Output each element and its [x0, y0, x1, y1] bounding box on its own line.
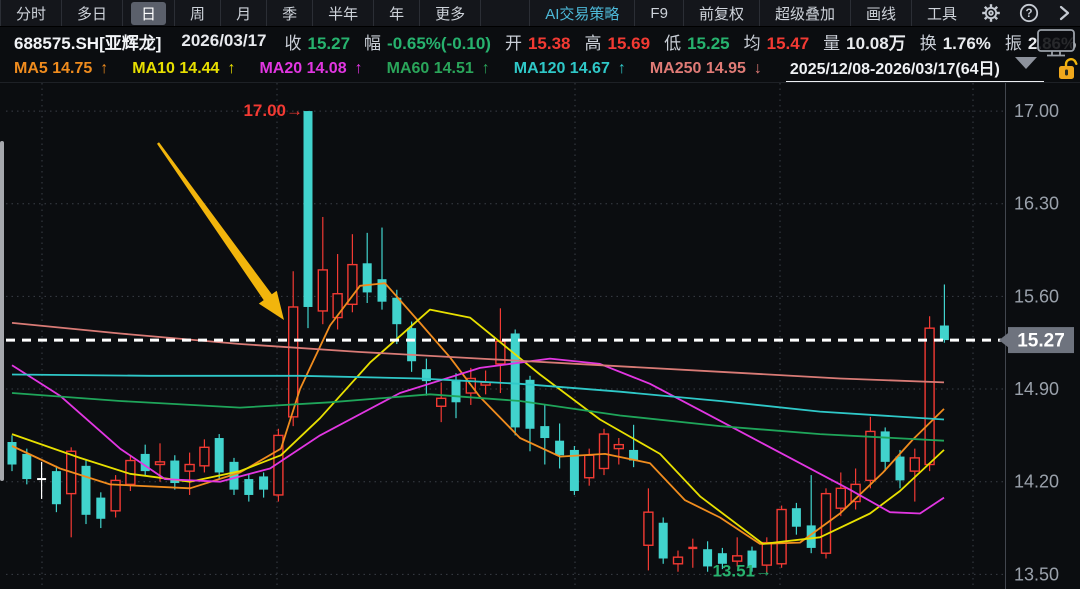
ma-values: MA5 14.75↑ MA10 14.44↑ MA20 14.08↑ MA60 14.…	[14, 60, 786, 78]
high-price-label: 17.00→	[243, 101, 303, 120]
trading-app: 分时多日日周月季半年年更多 AI交易策略F9前复权超级叠加画线工具	[0, 0, 1080, 589]
date-range-selector[interactable]: 2025/12/08-2026/03/17(64日)	[786, 55, 1044, 83]
left-edge-scrollbar[interactable]	[0, 141, 4, 481]
candles	[8, 111, 949, 573]
tab-period-5[interactable]: 季	[267, 0, 313, 26]
svg-text:13.50: 13.50	[1014, 564, 1059, 584]
candlestick-chart[interactable]: 17.00→ 13.51→ 17.00 16.30 15.60 14.90 14.20 13.…	[0, 82, 1080, 589]
quote-fields: 收15.27 幅-0.65%(-0.10) 开15.38 高15.69 低15.25 均1…	[284, 29, 1080, 54]
stock-symbol: 688575.SH[亚辉龙]	[14, 29, 161, 54]
menu-item-1[interactable]: F9	[634, 0, 683, 26]
gear-icon[interactable]	[972, 0, 1010, 26]
tab-period-1[interactable]: 多日	[62, 0, 123, 26]
tab-period-4[interactable]: 月	[221, 0, 267, 26]
date-range-label: 2025/12/08-2026/03/17(64日)	[790, 55, 1000, 79]
ma-item-ma60: MA60 14.51↑	[387, 60, 490, 78]
ma-item-ma120: MA120 14.67↑	[514, 60, 626, 78]
ma-line-ma250	[12, 323, 944, 383]
help-icon[interactable]: ?	[1010, 0, 1048, 26]
ma-item-ma250: MA250 14.95↓	[650, 60, 762, 78]
quote-field-4: 低15.25	[664, 29, 730, 54]
svg-text:14.20: 14.20	[1014, 472, 1059, 492]
svg-text:15.60: 15.60	[1014, 286, 1059, 306]
ma-line-ma60	[12, 393, 944, 441]
chevron-right-icon[interactable]	[1048, 0, 1080, 26]
quote-field-2: 开15.38	[505, 29, 571, 54]
tab-period-7[interactable]: 年	[374, 0, 420, 26]
menu-item-2[interactable]: 前复权	[683, 0, 759, 26]
ma-lines	[12, 283, 944, 544]
tab-period-2[interactable]: 日	[123, 0, 175, 26]
tab-period-3[interactable]: 周	[175, 0, 221, 26]
ma-line-ma5	[12, 283, 944, 544]
quote-date: 2026/03/17	[181, 31, 266, 51]
quote-field-1: 幅-0.65%(-0.10)	[364, 29, 491, 54]
stock-info-bar: 688575.SH[亚辉龙] 2026/03/17 收15.27 幅-0.65%(…	[0, 27, 1080, 55]
quote-field-3: 高15.69	[585, 29, 651, 54]
ma-item-ma20: MA20 14.08↑	[259, 60, 362, 78]
svg-text:15.27: 15.27	[1017, 331, 1065, 352]
monitor-icon[interactable]	[1035, 28, 1077, 63]
quote-field-0: 收15.27	[284, 29, 350, 54]
menu-item-5[interactable]: 工具	[911, 0, 972, 26]
svg-text:?: ?	[1025, 8, 1032, 20]
last-close-badge: 15.27	[999, 327, 1074, 353]
ma-item-ma10: MA10 14.44↑	[132, 60, 235, 78]
menu-item-0[interactable]: AI交易策略	[529, 0, 634, 26]
period-tabs: 分时多日日周月季半年年更多	[0, 0, 481, 26]
ma-item-ma5: MA5 14.75↑	[14, 60, 108, 78]
annotation-arrow	[157, 142, 284, 320]
quote-field-7: 换1.76%	[920, 29, 991, 54]
menu-item-3[interactable]: 超级叠加	[759, 0, 850, 26]
svg-text:14.90: 14.90	[1014, 379, 1059, 399]
low-price-label: 13.51→	[712, 562, 772, 581]
menu-right-group: AI交易策略F9前复权超级叠加画线工具	[529, 0, 1080, 26]
ma-indicator-bar: MA5 14.75↑ MA10 14.44↑ MA20 14.08↑ MA60 14.…	[0, 55, 1080, 82]
quote-field-6: 量10.08万	[823, 29, 906, 54]
tab-period-6[interactable]: 半年	[313, 0, 374, 26]
menu-item-4[interactable]: 画线	[850, 0, 911, 26]
tab-period-8[interactable]: 更多	[420, 0, 481, 26]
svg-text:16.30: 16.30	[1014, 194, 1059, 214]
top-menu-bar: 分时多日日周月季半年年更多 AI交易策略F9前复权超级叠加画线工具	[0, 0, 1080, 27]
tab-period-0[interactable]: 分时	[0, 0, 62, 26]
ma-line-ma10	[12, 310, 944, 544]
svg-text:17.00: 17.00	[1014, 101, 1059, 121]
quote-field-5: 均15.47	[744, 29, 810, 54]
